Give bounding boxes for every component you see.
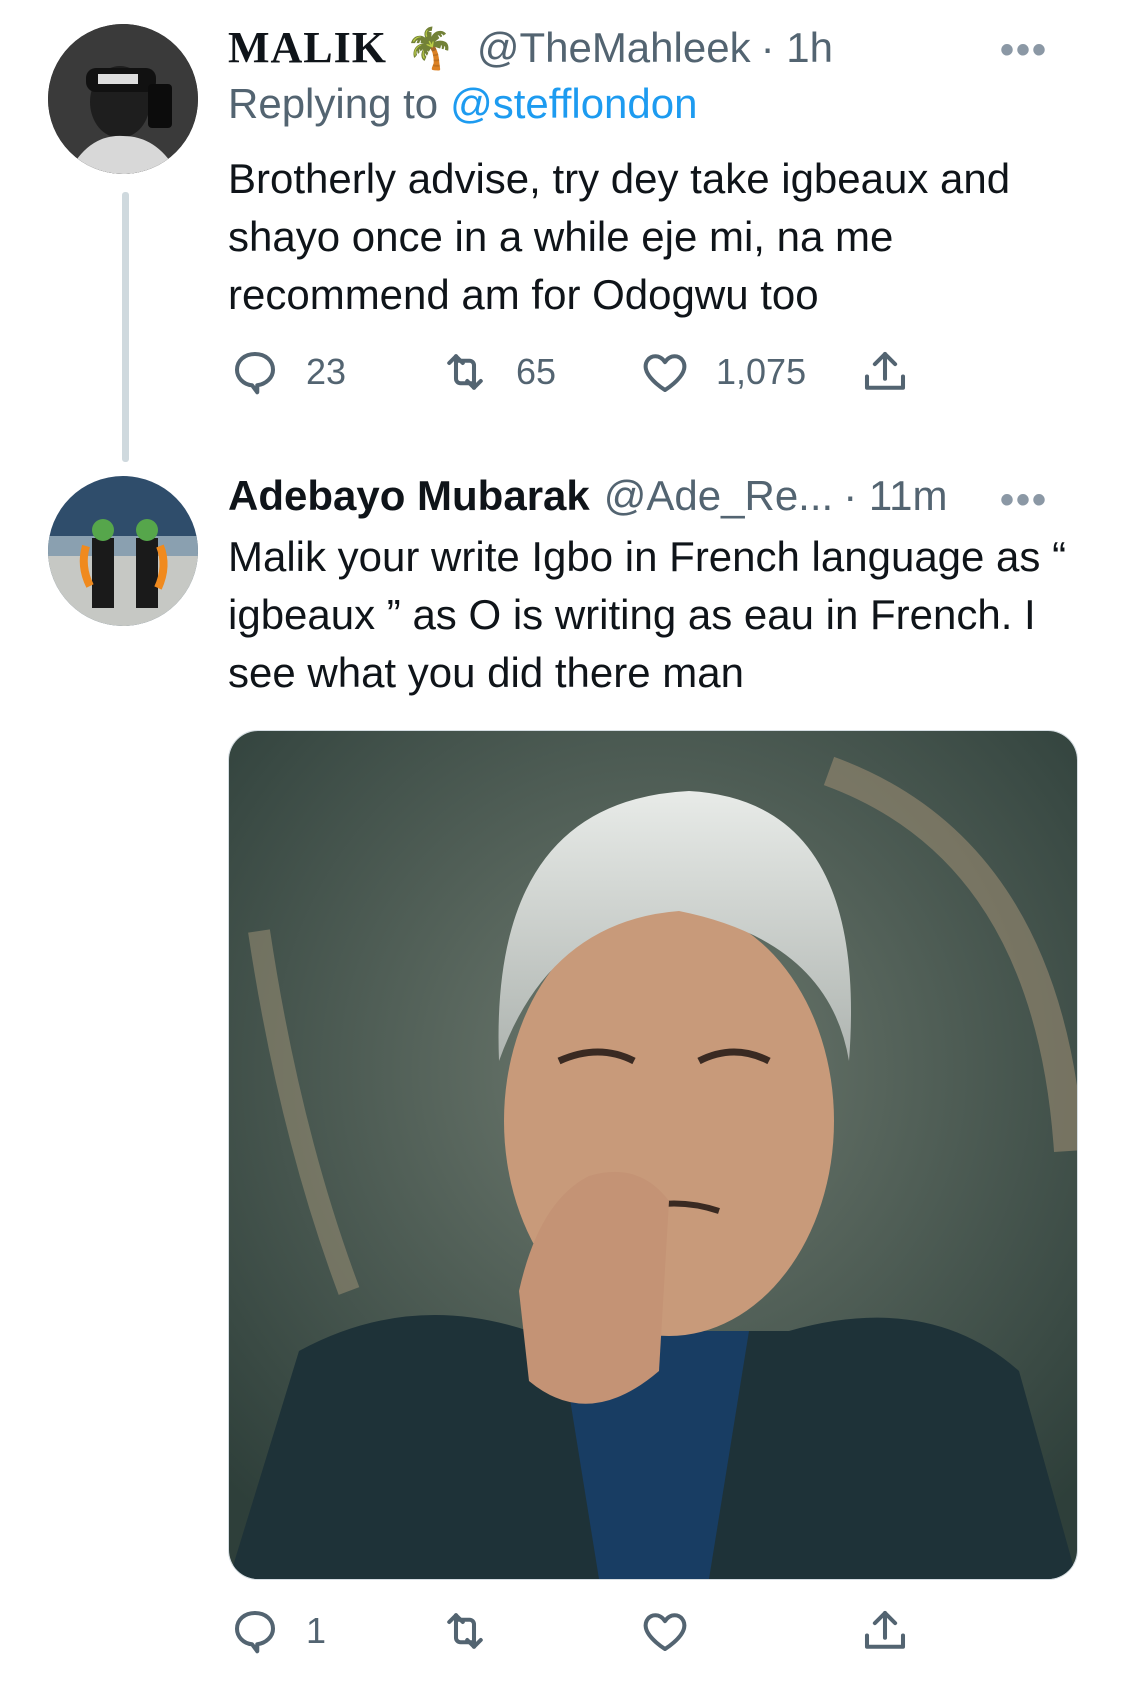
share-icon [864, 351, 906, 390]
tweet1-reply-button[interactable]: 23 [228, 345, 346, 399]
tweet1-like-count: 1,075 [716, 351, 807, 392]
tweet1-share-button[interactable] [858, 345, 912, 399]
tweet2-more-options-icon[interactable]: ••• [1000, 478, 1048, 523]
tweet2-handle[interactable]: @Ade_Re... [604, 472, 833, 520]
tweet2-actions: 1 [228, 1604, 958, 1664]
avatar-photo [48, 24, 198, 174]
retweet-icon [447, 1613, 483, 1649]
replying-to-mention[interactable]: @stefflondon [450, 80, 697, 128]
heart-icon [643, 354, 687, 393]
reply-icon [234, 351, 276, 395]
tweet2-reply-count: 1 [306, 1610, 327, 1651]
reply-icon [234, 1610, 276, 1654]
tweet2-header: Adebayo Mubarak @Ade_Re... · 11m [228, 472, 947, 520]
tweet1-handle[interactable]: @TheMahleek [477, 24, 751, 72]
tweet1-display-name[interactable]: MALIK [228, 22, 387, 73]
media-photo [229, 731, 1077, 1579]
tweet1-retweet-count: 65 [516, 351, 557, 392]
avatar-malik[interactable] [48, 24, 198, 174]
tweet2-like-button[interactable] [638, 1604, 716, 1658]
tweet2-reply-button[interactable]: 1 [228, 1604, 326, 1658]
tweet1-reply-count: 23 [306, 351, 347, 392]
tweet2-share-button[interactable] [858, 1604, 912, 1658]
tweet1-like-button[interactable]: 1,075 [638, 345, 806, 399]
tweet1-text: Brotherly advise, try dey take igbeaux a… [228, 155, 1011, 318]
tweet2-text: Malik your write Igbo in French language… [228, 533, 1067, 696]
tweet2-display-name[interactable]: Adebayo Mubarak [228, 472, 590, 520]
retweet-icon [447, 354, 483, 390]
tweet2-timestamp[interactable]: · 11m [843, 472, 947, 520]
tweet1-replying-line: Replying to @stefflondon [228, 80, 698, 128]
avatar-photo [48, 476, 198, 626]
tweet1-retweet-button[interactable]: 65 [438, 345, 556, 399]
tweet1-timestamp[interactable]: · 1h [761, 24, 833, 72]
avatar-adebayo[interactable] [48, 476, 198, 626]
heart-icon [643, 1613, 687, 1652]
tweet1-header: MALIK 🌴 @TheMahleek · 1h [228, 22, 833, 73]
replying-to-label: Replying to [228, 80, 439, 127]
tweet1-actions: 23 65 1,075 [228, 345, 958, 405]
share-icon [864, 1610, 906, 1649]
tweet2-retweet-button[interactable] [438, 1604, 516, 1658]
palm-tree-emoji: 🌴 [405, 27, 455, 71]
thread-connector-line [122, 192, 129, 462]
tweet2-media-image[interactable] [228, 730, 1078, 1580]
tweet1-more-options-icon[interactable]: ••• [1000, 28, 1048, 73]
